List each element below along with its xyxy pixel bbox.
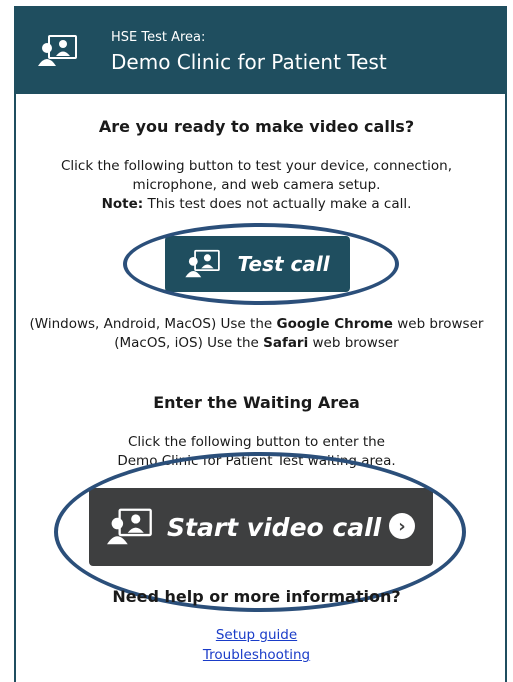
ready-intro-line2: microphone, and web camera setup. xyxy=(132,177,381,193)
test-call-label: Test call xyxy=(237,252,330,276)
browser-line2-suffix: web browser xyxy=(308,335,399,351)
video-people-icon xyxy=(107,508,152,545)
area-label: HSE Test Area: xyxy=(111,30,206,45)
browser-line1-prefix: (Windows, Android, MacOS) Use the xyxy=(29,316,277,332)
ready-note: Note: This test does not actually make a… xyxy=(0,195,513,214)
browser-line2-prefix: (MacOS, iOS) Use the xyxy=(114,335,264,351)
page-header: HSE Test Area: Demo Clinic for Patient T… xyxy=(14,6,507,94)
start-video-call-button[interactable]: Start video call › xyxy=(89,488,433,566)
waiting-intro-line2: Demo Clinic for Patient Test waiting are… xyxy=(117,453,396,469)
troubleshooting-link[interactable]: Troubleshooting xyxy=(0,647,513,663)
waiting-intro-line1: Click the following button to enter the xyxy=(127,434,385,450)
waiting-heading: Enter the Waiting Area xyxy=(153,393,360,412)
note-text: This test does not actually make a call. xyxy=(143,196,412,212)
clinic-name: Demo Clinic for Patient Test xyxy=(111,50,387,74)
video-people-icon xyxy=(185,249,221,278)
browser-line-2: (MacOS, iOS) Use the Safari web browser xyxy=(0,334,513,353)
browser-safari: Safari xyxy=(263,335,309,351)
browser-chrome: Google Chrome xyxy=(276,316,393,332)
ready-intro-line1: Click the following button to test your … xyxy=(60,158,452,174)
note-label: Note: xyxy=(101,196,144,212)
browser-line1-suffix: web browser xyxy=(392,316,484,332)
help-heading: Need help or more information? xyxy=(112,587,401,606)
chevron-right-icon: › xyxy=(389,513,415,539)
browser-line-1: (Windows, Android, MacOS) Use the Google… xyxy=(0,315,513,334)
start-video-call-label: Start video call xyxy=(167,512,382,542)
setup-guide-link[interactable]: Setup guide xyxy=(0,627,513,643)
ready-heading: Are you ready to make video calls? xyxy=(98,117,415,136)
test-call-button[interactable]: Test call xyxy=(165,236,350,292)
video-people-icon xyxy=(38,35,77,66)
